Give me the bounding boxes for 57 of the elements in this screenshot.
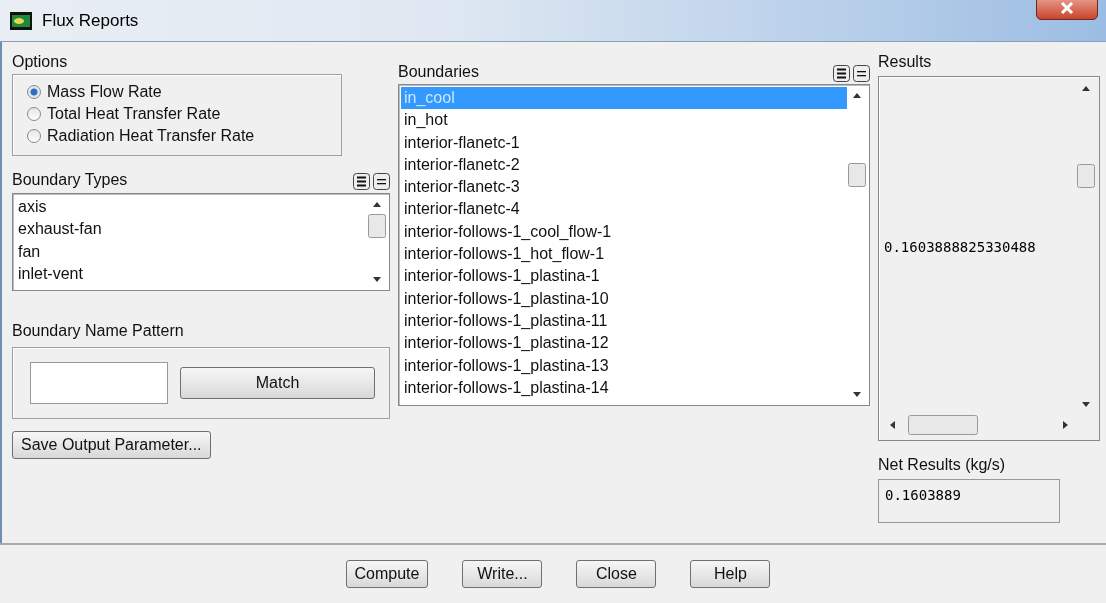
scrollbar-thumb[interactable] (908, 415, 978, 435)
list-item[interactable]: interior-flanetc-2 (401, 153, 847, 177)
list-item[interactable]: interior-follows-1_plastina-1 (401, 265, 847, 288)
scroll-down-icon[interactable] (1081, 399, 1091, 409)
boundaries-label: Boundaries (398, 62, 479, 82)
list-item[interactable]: interior-flanetc-1 (401, 131, 847, 154)
scroll-up-icon[interactable] (372, 200, 382, 210)
list-item[interactable]: interior-follows-1_hot_flow-1 (401, 243, 847, 266)
radio-option[interactable]: Radiation Heat Transfer Rate (27, 125, 327, 147)
boundary-types-list[interactable]: axis exhaust-fan fan inlet-vent (12, 193, 390, 291)
scroll-right-icon[interactable] (1060, 420, 1070, 430)
list-item[interactable]: inlet-vent (15, 262, 367, 286)
list-item[interactable]: interior-flanetc-3 (401, 176, 847, 199)
deselect-all-icon[interactable] (373, 173, 390, 190)
list-item[interactable]: axis (15, 196, 367, 219)
list-item[interactable]: in_hot (401, 109, 847, 132)
scrollbar-thumb[interactable] (848, 163, 866, 187)
scroll-up-icon[interactable] (1081, 84, 1091, 94)
results-label: Results (878, 52, 933, 72)
app-logo-icon (10, 11, 32, 30)
list-item[interactable]: interior-follows-1_plastina-14 (401, 376, 847, 400)
window-title: Flux Reports (42, 10, 139, 31)
scrollbar-thumb[interactable] (368, 214, 386, 238)
list-item[interactable]: interior-follows-1_cool_flow-1 (401, 220, 847, 244)
list-item[interactable]: interior-follows-1_plastina-12 (401, 332, 847, 355)
deselect-all-icon[interactable] (853, 65, 870, 82)
radio-option[interactable]: Total Heat Transfer Rate (27, 103, 327, 125)
boundary-types-label: Boundary Types (12, 170, 128, 190)
options-label: Options (12, 52, 69, 72)
list-item[interactable]: interior-flanetc-4 (401, 198, 847, 221)
list-item[interactable]: exhaust-fan (15, 218, 367, 241)
radio-option[interactable]: Mass Flow Rate (27, 81, 327, 103)
list-item[interactable]: fan (15, 240, 367, 263)
net-results-field: 0.1603889 (878, 479, 1060, 523)
save-output-button[interactable]: Save Output Parameter... (12, 431, 211, 459)
select-all-icon[interactable] (833, 65, 850, 82)
dialog-button[interactable]: Compute (345, 560, 429, 588)
list-item[interactable]: interior-follows-1_plastina-10 (401, 287, 847, 310)
list-item[interactable]: interior-follows-1_plastina-11 (401, 309, 847, 333)
dialog-button[interactable]: Write... (462, 560, 543, 588)
name-pattern-label: Boundary Name Pattern (12, 321, 185, 341)
net-results-label: Net Results (kg/s) (878, 455, 1007, 475)
scroll-up-icon[interactable] (852, 91, 862, 101)
dialog-button[interactable]: Close (576, 560, 657, 588)
scroll-left-icon[interactable] (888, 420, 898, 430)
scroll-down-icon[interactable] (852, 389, 862, 399)
select-all-icon[interactable] (353, 173, 370, 190)
result-value: 0.1603888825330488 (883, 238, 1037, 255)
close-icon (1060, 2, 1074, 14)
scroll-down-icon[interactable] (372, 274, 382, 284)
list-item[interactable]: interior-follows-1_plastina-13 (401, 354, 847, 377)
boundaries-list[interactable] (398, 84, 870, 406)
close-button[interactable] (1036, 0, 1098, 20)
match-button[interactable]: Match (180, 367, 375, 399)
dialog-button[interactable]: Help (690, 560, 771, 588)
scrollbar-thumb[interactable] (1077, 164, 1095, 188)
pattern-field[interactable] (30, 362, 168, 404)
